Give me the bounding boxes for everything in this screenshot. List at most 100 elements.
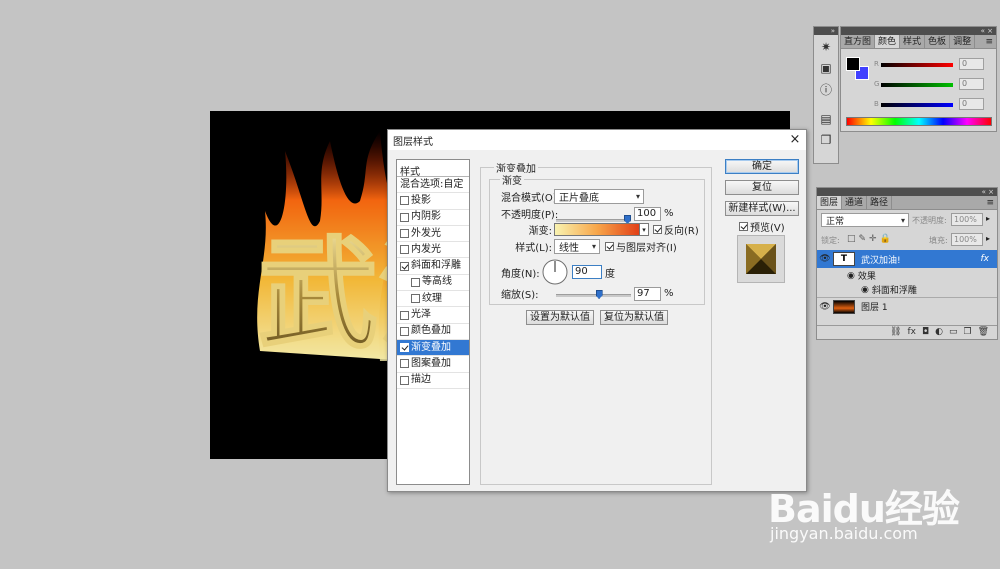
visibility-eye-icon[interactable]: 👁 (817, 302, 833, 312)
fx-menu-icon[interactable]: fx (907, 326, 916, 339)
reset-default-button[interactable]: 复位为默认值 (600, 310, 668, 325)
style-list-item[interactable]: 等高线 (397, 275, 469, 292)
dialog-titlebar[interactable]: 图层样式 × (388, 130, 806, 150)
style-list-item-label: 描边 (411, 374, 431, 386)
style-checkbox[interactable] (400, 375, 409, 385)
opacity-input[interactable]: 100 (634, 206, 661, 221)
group-folder-icon[interactable]: ▭ (949, 326, 958, 339)
style-checkbox[interactable] (400, 212, 409, 222)
channel-g-value[interactable]: 0 (959, 78, 984, 90)
chevron-right-icon[interactable]: ▸ (986, 234, 990, 243)
style-list-item[interactable]: 混合选项:自定 (397, 177, 469, 194)
channel-b-value[interactable]: 0 (959, 98, 984, 110)
color-spectrum-bar[interactable] (846, 117, 992, 126)
layer-effects-row[interactable]: ◉ 效果 (817, 269, 997, 283)
style-checkbox[interactable] (400, 310, 409, 320)
image-icon[interactable]: ▣ (815, 59, 837, 77)
layer-row-image[interactable]: 👁 图层 1 (817, 297, 997, 315)
style-list-item[interactable]: 图案叠加 (397, 356, 469, 373)
channel-r-slider[interactable] (881, 63, 953, 67)
foreground-color-swatch-top[interactable] (846, 57, 860, 71)
channel-r-value[interactable]: 0 (959, 58, 984, 70)
color-panel-topbar[interactable]: « × (841, 27, 996, 35)
link-icon[interactable]: ⛓ (890, 326, 901, 339)
gradient-style-select[interactable]: 线性 ▾ (554, 239, 600, 254)
tab-layers[interactable]: 图层 (817, 196, 843, 209)
style-list: 样式 混合选项:自定 投影 内阴影 外发光 内发光 斜面和浮雕等高线 纹理 光泽 颜色叠加 渐变叠… (396, 159, 470, 485)
blend-mode-row: 混合模式(O): 正片叠底 ▾ (501, 189, 644, 204)
channel-g-slider[interactable] (881, 83, 953, 87)
set-default-button[interactable]: 设置为默认值 (526, 310, 594, 325)
gradient-dropdown-icon[interactable]: ▾ (640, 223, 649, 236)
visibility-eye-icon[interactable]: 👁 (817, 254, 833, 264)
layer-opacity-input[interactable]: 100% (951, 213, 983, 226)
panel-collapse-icon[interactable]: » (814, 27, 838, 35)
style-checkbox[interactable] (400, 245, 409, 255)
style-list-item[interactable]: 斜面和浮雕 (397, 258, 469, 275)
fx-icon[interactable]: fx (981, 254, 990, 264)
history-icon[interactable]: ▤ (815, 110, 837, 128)
style-list-item[interactable]: 外发光 (397, 226, 469, 243)
adjustments-icon[interactable]: ✷ (815, 38, 837, 56)
mask-icon[interactable]: ◘ (922, 326, 929, 339)
style-list-item[interactable]: 内发光 (397, 242, 469, 259)
new-layer-icon[interactable]: ❐ (963, 326, 971, 339)
scale-slider[interactable] (556, 290, 631, 299)
layer-effect-bevel-row[interactable]: ◉ 斜面和浮雕 (817, 283, 997, 297)
eye-icon[interactable]: ◉ (861, 285, 869, 295)
angle-unit: 度 (605, 268, 615, 280)
gradient-swatch[interactable] (554, 223, 640, 236)
tab-styles[interactable]: 样式 (900, 35, 926, 48)
tab-channels[interactable]: 通道 (842, 196, 868, 209)
style-list-item[interactable]: 颜色叠加 (397, 324, 469, 340)
layer-row-text[interactable]: 👁 T 武汉加油! fx (817, 250, 997, 268)
style-checkbox[interactable] (411, 277, 420, 287)
chevron-right-icon[interactable]: ▸ (986, 214, 990, 223)
style-list-item[interactable]: 渐变叠加 (397, 339, 469, 357)
style-list-item[interactable]: 投影 (397, 193, 469, 210)
style-list-item[interactable]: 光泽 (397, 307, 469, 324)
tab-swatches[interactable]: 色板 (925, 35, 951, 48)
style-list-item-label: 斜面和浮雕 (411, 260, 461, 272)
style-checkbox[interactable] (400, 326, 409, 336)
blend-mode-select[interactable]: 正片叠底 ▾ (554, 189, 644, 204)
info-icon[interactable]: ⓘ (815, 80, 837, 98)
angle-input[interactable]: 90 (572, 265, 602, 279)
align-checkbox[interactable] (605, 242, 614, 251)
panel-menu-icon[interactable]: ≡ (985, 35, 996, 48)
angle-dial[interactable] (541, 258, 569, 286)
layer-blend-mode-select[interactable]: 正常 ▾ (821, 213, 909, 227)
tab-paths[interactable]: 路径 (867, 196, 893, 209)
style-checkbox[interactable] (400, 229, 409, 239)
channel-g-label: G (874, 80, 880, 88)
close-icon[interactable]: × (784, 131, 806, 149)
eye-icon[interactable]: ◉ (847, 271, 855, 281)
style-checkbox[interactable] (400, 343, 409, 353)
actions-icon[interactable]: ❐ (815, 131, 837, 149)
panel-menu-icon[interactable]: ≡ (986, 196, 997, 209)
style-checkbox[interactable] (411, 294, 420, 304)
tab-adjustments[interactable]: 调整 (950, 35, 976, 48)
style-checkbox[interactable] (400, 196, 409, 206)
reverse-checkbox[interactable] (653, 225, 662, 234)
style-list-item[interactable]: 描边 (397, 373, 469, 389)
channel-b-slider[interactable] (881, 103, 953, 107)
style-checkbox[interactable] (400, 261, 409, 271)
reset-button[interactable]: 复位 (725, 180, 799, 195)
tab-color[interactable]: 颜色 (875, 35, 901, 48)
layers-panel-topbar[interactable]: « × (817, 188, 997, 196)
adjustment-layer-icon[interactable]: ◐ (935, 326, 943, 339)
style-checkbox[interactable] (400, 359, 409, 369)
trash-icon[interactable]: 🗑 (978, 326, 989, 339)
preview-checkbox[interactable] (739, 222, 748, 231)
scale-input[interactable]: 97 (634, 286, 661, 301)
style-list-header[interactable]: 样式 (397, 160, 469, 178)
style-list-item[interactable]: 纹理 (397, 291, 469, 308)
gradient-style-row: 样式(L): 线性 ▾ 与图层对齐(I) (501, 239, 677, 254)
style-list-item[interactable]: 内阴影 (397, 210, 469, 226)
ok-button[interactable]: 确定 (725, 159, 799, 174)
new-style-button[interactable]: 新建样式(W)... (725, 201, 799, 216)
tab-histogram[interactable]: 直方图 (841, 35, 876, 48)
lock-icons[interactable]: □✎✛🔒 (847, 234, 894, 244)
fill-input[interactable]: 100% (951, 233, 983, 246)
